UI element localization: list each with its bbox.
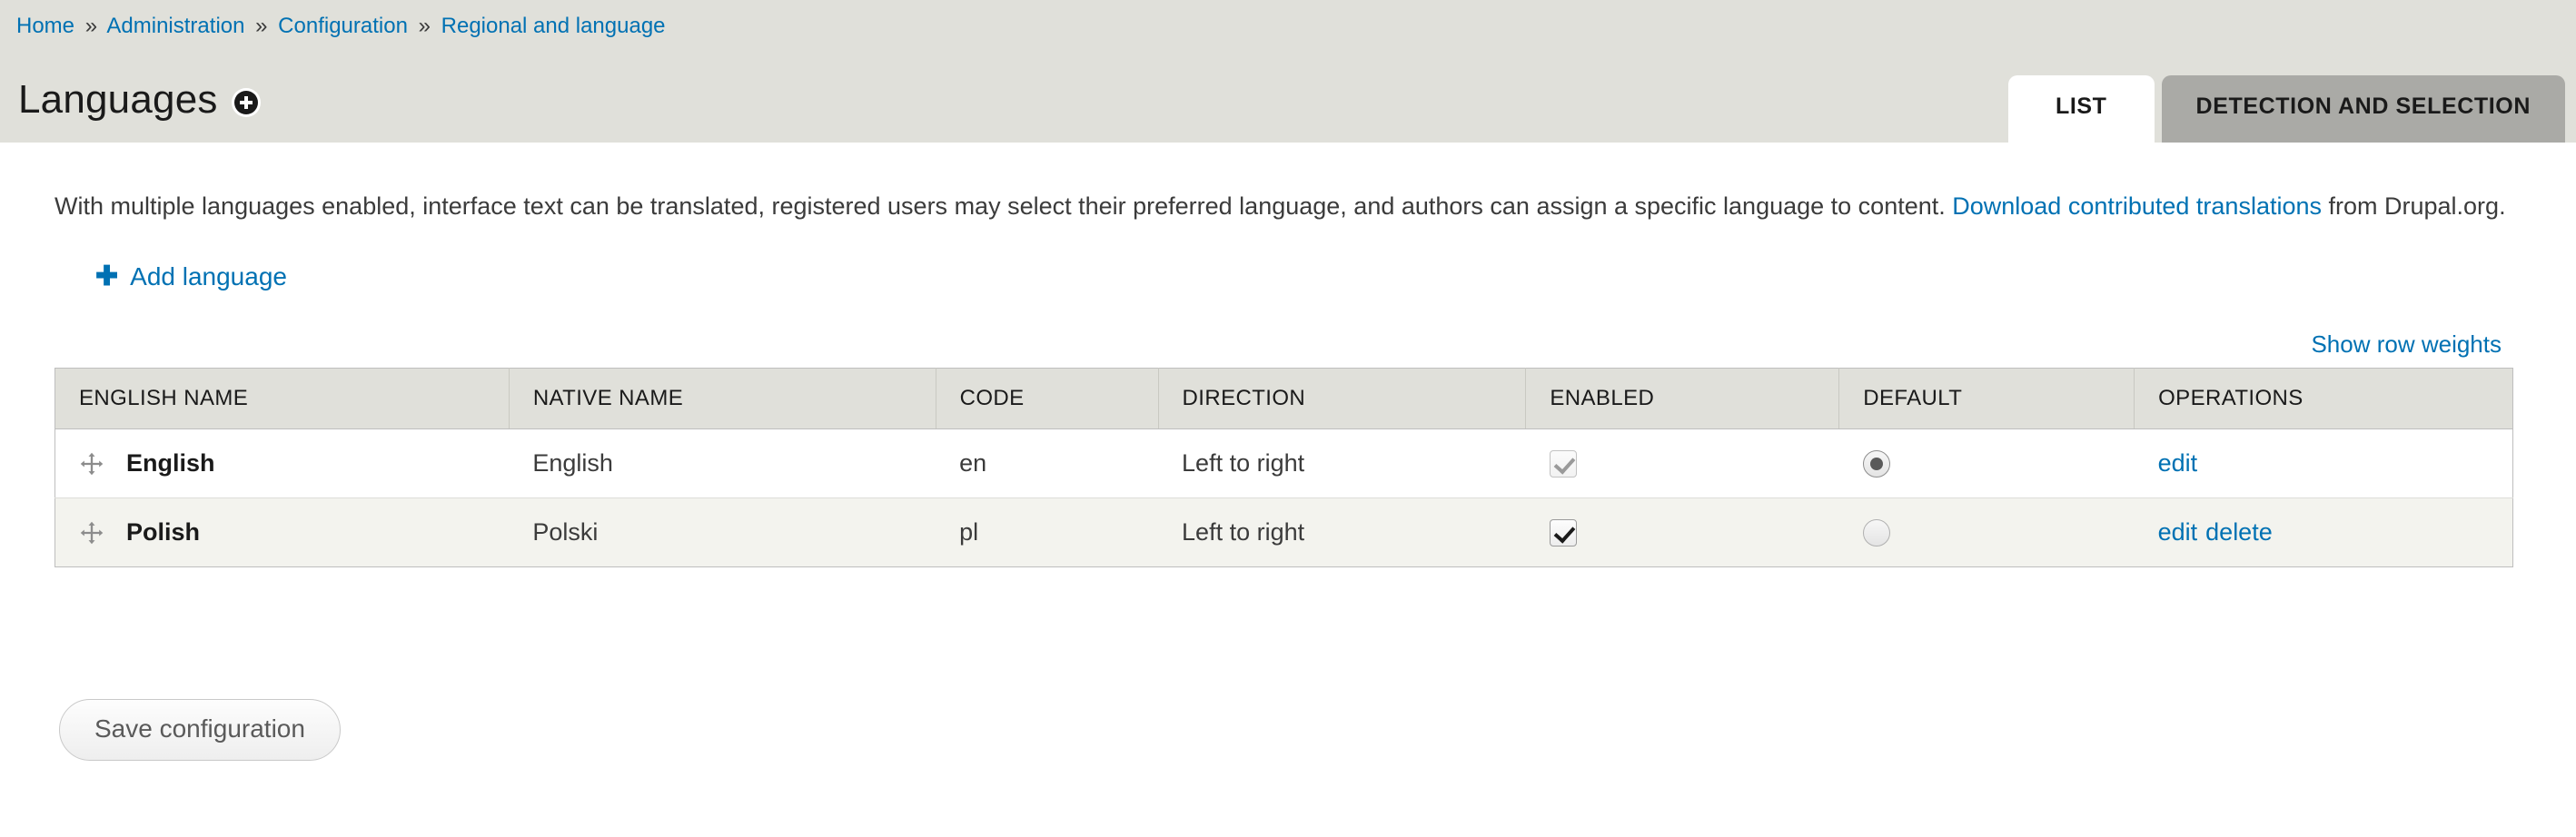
column-header-enabled[interactable]: Enabled: [1525, 368, 1840, 429]
form-actions: Save configuration: [54, 699, 2522, 761]
page-title-row: Languages: [18, 51, 258, 150]
cell-default: [1838, 497, 2135, 567]
cell-enabled: [1525, 428, 1839, 498]
table-row: Polish Polski pl Left to right edit delet…: [54, 497, 2513, 567]
breadcrumb-item-configuration[interactable]: Configuration: [278, 14, 408, 38]
default-radio[interactable]: [1862, 519, 1890, 547]
show-row-weights-row: Show row weights: [54, 330, 2522, 359]
table-row: English English en Left to right edit: [54, 428, 2513, 498]
cell-default: [1838, 428, 2135, 498]
cell-native-name: English: [509, 428, 936, 498]
main-content: With multiple languages enabled, interfa…: [0, 185, 2576, 761]
breadcrumb-item-administration[interactable]: Administration: [106, 14, 244, 38]
cell-operations: edit: [2134, 428, 2513, 498]
cell-native-name: Polski: [509, 497, 936, 567]
download-contributed-translations-link[interactable]: Download contributed translations: [1952, 192, 2322, 220]
enabled-checkbox[interactable]: [1549, 519, 1577, 547]
page-title: Languages: [18, 77, 218, 123]
table-header-row: English name Native name Code Direction …: [54, 368, 2513, 429]
drag-move-icon[interactable]: [79, 520, 104, 546]
cell-english-name: Polish: [54, 497, 510, 567]
intro-text-before-link: With multiple languages enabled, interfa…: [54, 192, 1953, 220]
language-name: English: [126, 449, 215, 477]
column-header-direction[interactable]: Direction: [1158, 368, 1527, 429]
column-header-native-name[interactable]: Native name: [509, 368, 936, 429]
plus-circle-icon[interactable]: [233, 91, 258, 115]
add-language-label: Add language: [130, 262, 287, 290]
languages-table-head: English name Native name Code Direction …: [54, 368, 2513, 429]
column-header-english-name[interactable]: English name: [54, 368, 510, 429]
languages-table-body: English English en Left to right edit Po…: [54, 428, 2513, 567]
drag-move-icon[interactable]: [79, 451, 104, 477]
tab-detection-and-selection[interactable]: Detection and selection: [2161, 75, 2565, 143]
cell-code: en: [936, 428, 1159, 498]
add-language-link[interactable]: ✚ Add language: [95, 261, 287, 292]
column-header-operations[interactable]: Operations: [2134, 368, 2513, 429]
show-row-weights-link[interactable]: Show row weights: [2311, 330, 2502, 358]
intro-text-after-link: from Drupal.org.: [2322, 192, 2506, 220]
default-radio[interactable]: [1862, 450, 1890, 478]
breadcrumb-item-regional-and-language[interactable]: Regional and language: [441, 14, 666, 38]
edit-link[interactable]: edit: [2158, 449, 2198, 477]
cell-code: pl: [936, 497, 1159, 567]
enabled-checkbox: [1549, 450, 1577, 478]
page-header-band: Home » Administration » Configuration » …: [0, 0, 2576, 143]
cell-english-name: English: [54, 428, 510, 498]
language-name: Polish: [126, 518, 201, 546]
delete-link[interactable]: delete: [2205, 518, 2273, 546]
breadcrumb: Home » Administration » Configuration » …: [16, 13, 666, 40]
edit-link[interactable]: edit: [2158, 518, 2198, 546]
column-header-code[interactable]: Code: [936, 368, 1159, 429]
primary-tabs: List Detection and selection: [2007, 75, 2565, 143]
cell-direction: Left to right: [1158, 428, 1526, 498]
plus-icon: ✚: [95, 261, 119, 291]
breadcrumb-separator: »: [84, 14, 98, 38]
breadcrumb-separator: »: [255, 14, 268, 38]
breadcrumb-separator: »: [418, 14, 431, 38]
languages-table: English name Native name Code Direction …: [54, 368, 2513, 567]
intro-paragraph: With multiple languages enabled, interfa…: [54, 185, 2522, 227]
breadcrumb-item-home[interactable]: Home: [16, 14, 74, 38]
add-language-row: ✚ Add language: [54, 261, 2522, 292]
cell-operations: edit delete: [2134, 497, 2513, 567]
column-header-default[interactable]: Default: [1838, 368, 2135, 429]
tab-list[interactable]: List: [2007, 75, 2155, 143]
save-configuration-button[interactable]: Save configuration: [59, 699, 341, 761]
cell-direction: Left to right: [1158, 497, 1526, 567]
cell-enabled: [1525, 497, 1839, 567]
